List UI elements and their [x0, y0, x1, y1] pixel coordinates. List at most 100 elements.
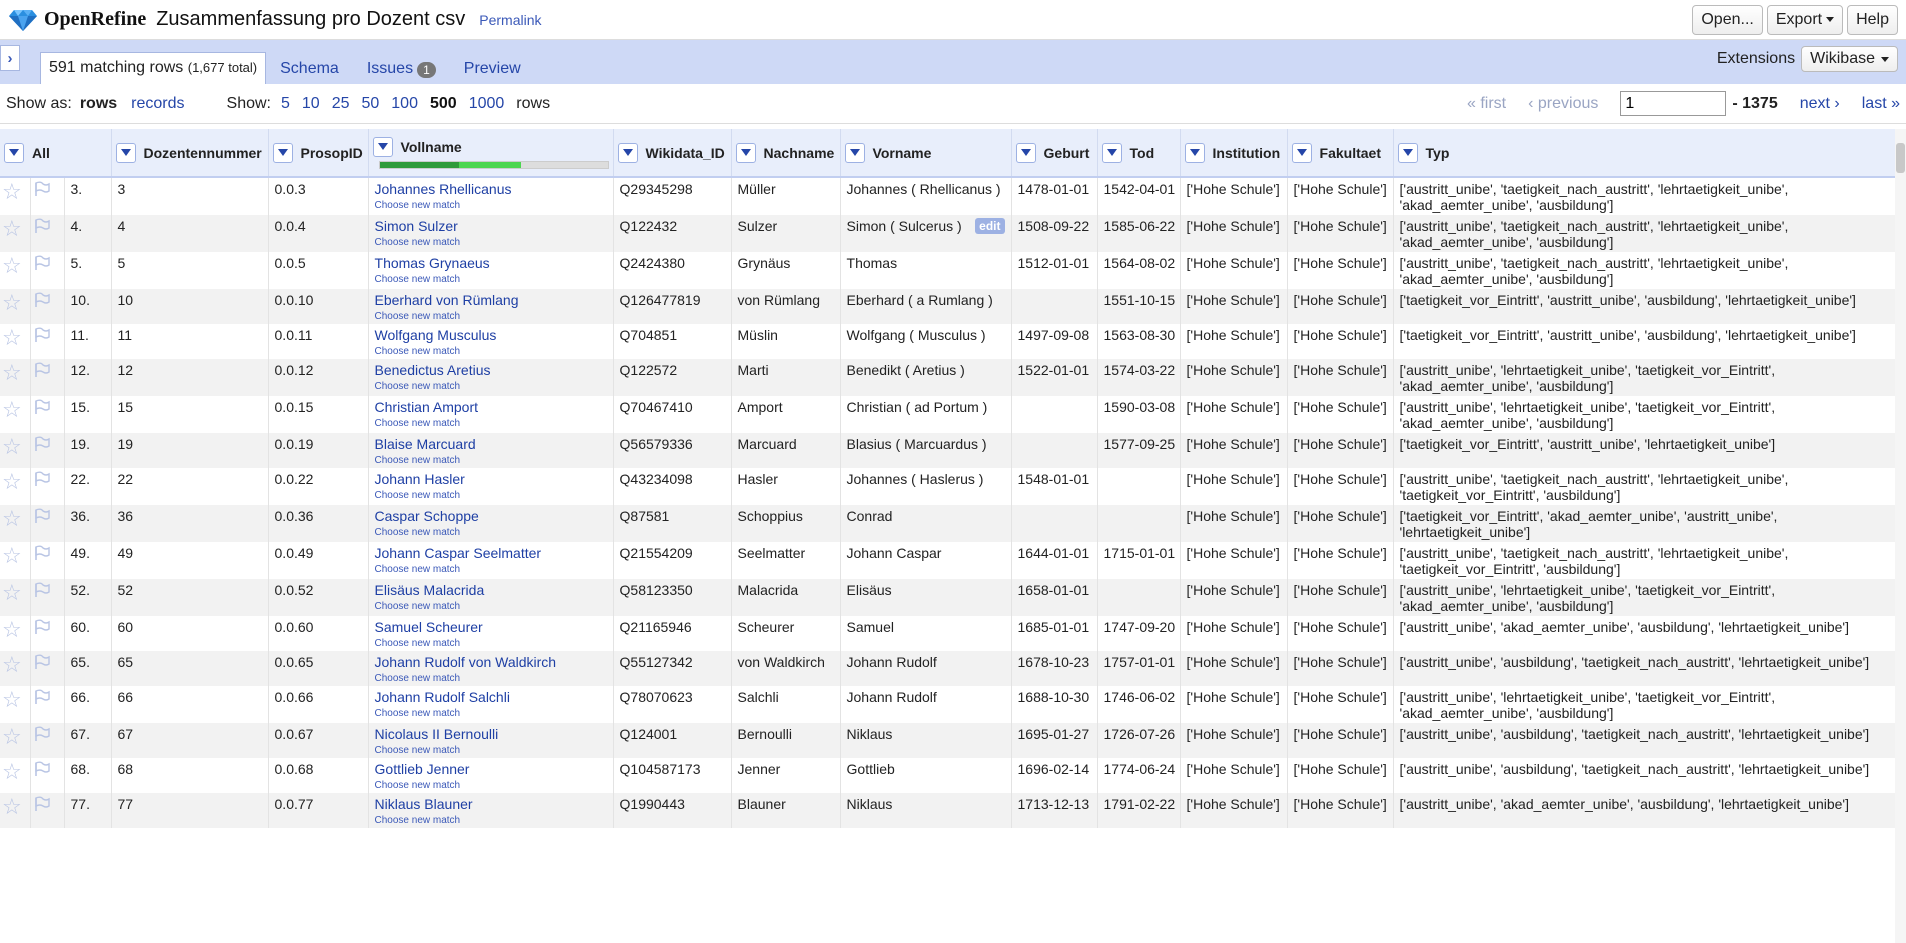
cell-dozentennummer[interactable]: 66	[111, 686, 269, 723]
open-button[interactable]: Open...	[1692, 4, 1763, 35]
page-size-100[interactable]: 100	[391, 95, 418, 113]
cell-nachname[interactable]: von Waldkirch	[731, 651, 841, 686]
cell-vorname[interactable]: Benedikt ( Aretius )	[840, 359, 1012, 396]
flag-icon[interactable]	[33, 761, 51, 780]
cell-dozentennummer[interactable]: 77	[111, 793, 269, 828]
cell-dozentennummer[interactable]: 36	[111, 505, 269, 542]
cell-institution[interactable]: ['Hohe Schule']	[1180, 616, 1288, 651]
reconciled-match-link[interactable]: Gottlieb Jenner	[375, 761, 470, 777]
cell-fakultaet[interactable]: ['Hohe Schule']	[1287, 433, 1394, 468]
column-menu-icon[interactable]	[372, 136, 393, 157]
cell-tod[interactable]: 1774-06-24	[1097, 758, 1181, 793]
cell-fakultaet[interactable]: ['Hohe Schule']	[1287, 177, 1394, 215]
column-menu-icon[interactable]	[1015, 142, 1036, 163]
diamond-logo-icon[interactable]	[8, 8, 38, 32]
cell-prosopid[interactable]: 0.0.11	[268, 324, 369, 359]
page-size-10[interactable]: 10	[302, 95, 320, 113]
cell-dozentennummer[interactable]: 60	[111, 616, 269, 651]
cell-institution[interactable]: ['Hohe Schule']	[1180, 651, 1288, 686]
cell-vorname[interactable]: Wolfgang ( Musculus )	[840, 324, 1012, 359]
cell-dozentennummer[interactable]: 4	[111, 215, 269, 252]
reconciled-match-link[interactable]: Wolfgang Musculus	[375, 327, 497, 343]
cell-fakultaet[interactable]: ['Hohe Schule']	[1287, 579, 1394, 616]
cell-institution[interactable]: ['Hohe Schule']	[1180, 252, 1288, 289]
cell-fakultaet[interactable]: ['Hohe Schule']	[1287, 252, 1394, 289]
cell-typ[interactable]: ['taetigkeit_vor_Eintritt', 'austritt_un…	[1393, 289, 1895, 324]
star-icon[interactable]: ☆	[2, 506, 22, 531]
flag-icon[interactable]	[33, 399, 51, 418]
cell-fakultaet[interactable]: ['Hohe Schule']	[1287, 542, 1394, 579]
cell-prosopid[interactable]: 0.0.5	[268, 252, 369, 289]
choose-new-match-link[interactable]: Choose new match	[375, 200, 607, 211]
cell-wikidata-id[interactable]: Q56579336	[613, 433, 732, 468]
page-size-50[interactable]: 50	[361, 95, 379, 113]
choose-new-match-link[interactable]: Choose new match	[375, 601, 607, 612]
tab-preview[interactable]: Preview	[450, 52, 535, 84]
cell-fakultaet[interactable]: ['Hohe Schule']	[1287, 723, 1394, 758]
project-name[interactable]: Zusammenfassung pro Dozent csv	[156, 8, 465, 31]
choose-new-match-link[interactable]: Choose new match	[375, 346, 607, 357]
cell-typ[interactable]: ['austritt_unibe', 'taetigkeit_nach_aust…	[1393, 252, 1895, 289]
cell-typ[interactable]: ['austritt_unibe', 'taetigkeit_nach_aust…	[1393, 468, 1895, 505]
column-menu-icon[interactable]	[115, 142, 136, 163]
cell-tod[interactable]: 1551-10-15	[1097, 289, 1181, 324]
cell-geburt[interactable]: 1685-01-01	[1011, 616, 1098, 651]
cell-nachname[interactable]: Blauner	[731, 793, 841, 828]
cell-dozentennummer[interactable]: 68	[111, 758, 269, 793]
cell-vollname[interactable]: Niklaus Blauner Choose new match	[368, 793, 614, 828]
cell-vollname[interactable]: Simon Sulzer Choose new match	[368, 215, 614, 252]
cell-tod[interactable]: 1746-06-02	[1097, 686, 1181, 723]
column-menu-icon[interactable]	[1101, 142, 1122, 163]
flag-icon[interactable]	[33, 471, 51, 490]
cell-typ[interactable]: ['austritt_unibe', 'ausbildung', 'taetig…	[1393, 758, 1895, 793]
cell-institution[interactable]: ['Hohe Schule']	[1180, 215, 1288, 252]
cell-fakultaet[interactable]: ['Hohe Schule']	[1287, 616, 1394, 651]
flag-icon[interactable]	[33, 545, 51, 564]
column-menu-icon[interactable]	[1397, 142, 1418, 163]
reconciled-match-link[interactable]: Elisäus Malacrida	[375, 582, 485, 598]
cell-vorname[interactable]: Christian ( ad Portum )	[840, 396, 1012, 433]
cell-tod[interactable]: 1715-01-01	[1097, 542, 1181, 579]
cell-typ[interactable]: ['austritt_unibe', 'lehrtaetigkeit_unibe…	[1393, 579, 1895, 616]
star-icon[interactable]: ☆	[2, 325, 22, 350]
cell-vollname[interactable]: Johannes Rhellicanus Choose new match	[368, 177, 614, 215]
cell-geburt[interactable]: 1512-01-01	[1011, 252, 1098, 289]
star-icon[interactable]: ☆	[2, 580, 22, 605]
cell-fakultaet[interactable]: ['Hohe Schule']	[1287, 324, 1394, 359]
cell-typ[interactable]: ['taetigkeit_vor_Eintritt', 'austritt_un…	[1393, 324, 1895, 359]
star-icon[interactable]: ☆	[2, 794, 22, 819]
next-page-link[interactable]: next ›	[1800, 95, 1840, 113]
cell-vorname[interactable]: Niklaus	[840, 723, 1012, 758]
cell-fakultaet[interactable]: ['Hohe Schule']	[1287, 651, 1394, 686]
choose-new-match-link[interactable]: Choose new match	[375, 490, 607, 501]
cell-typ[interactable]: ['austritt_unibe', 'taetigkeit_nach_aust…	[1393, 542, 1895, 579]
cell-fakultaet[interactable]: ['Hohe Schule']	[1287, 215, 1394, 252]
cell-vorname[interactable]: Johann Rudolf	[840, 686, 1012, 723]
cell-wikidata-id[interactable]: Q124001	[613, 723, 732, 758]
page-size-5[interactable]: 5	[281, 95, 290, 113]
column-header-all[interactable]: All	[0, 129, 112, 178]
reconciled-match-link[interactable]: Eberhard von Rümlang	[375, 292, 519, 308]
cell-vollname[interactable]: Johann Caspar Seelmatter Choose new match	[368, 542, 614, 579]
cell-vollname[interactable]: Samuel Scheurer Choose new match	[368, 616, 614, 651]
toggle-left-panel-icon[interactable]: ›	[0, 45, 20, 71]
column-header-vorname[interactable]: Vorname	[840, 129, 1012, 178]
cell-geburt[interactable]	[1011, 289, 1098, 324]
choose-new-match-link[interactable]: Choose new match	[375, 564, 607, 575]
cell-tod[interactable]: 1757-01-01	[1097, 651, 1181, 686]
column-header-wikidata-id[interactable]: Wikidata_ID	[613, 129, 732, 178]
cell-nachname[interactable]: Sulzer	[731, 215, 841, 252]
flag-icon[interactable]	[33, 619, 51, 638]
cell-institution[interactable]: ['Hohe Schule']	[1180, 359, 1288, 396]
page-size-25[interactable]: 25	[332, 95, 350, 113]
cell-geburt[interactable]: 1696-02-14	[1011, 758, 1098, 793]
cell-dozentennummer[interactable]: 49	[111, 542, 269, 579]
cell-nachname[interactable]: Grynäus	[731, 252, 841, 289]
star-icon[interactable]: ☆	[2, 397, 22, 422]
last-page-link[interactable]: last »	[1862, 95, 1900, 113]
page-size-1000[interactable]: 1000	[469, 95, 505, 113]
star-icon[interactable]: ☆	[2, 290, 22, 315]
cell-nachname[interactable]: Salchli	[731, 686, 841, 723]
column-menu-icon[interactable]	[1184, 142, 1205, 163]
cell-prosopid[interactable]: 0.0.15	[268, 396, 369, 433]
